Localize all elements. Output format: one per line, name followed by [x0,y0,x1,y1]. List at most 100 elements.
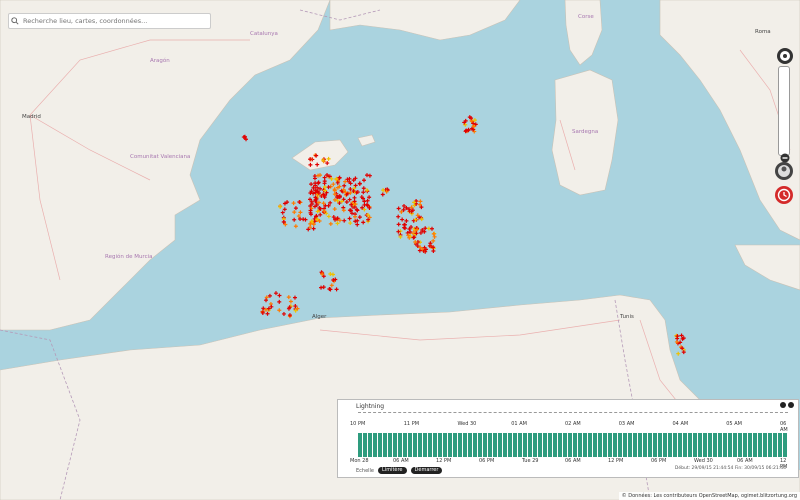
map-label: Corse [578,14,594,20]
lightning-strike-marker [396,229,401,234]
timeline-bar [553,433,557,457]
lightning-strike-marker [347,197,352,202]
lightning-strike-marker [335,221,340,226]
map-label: Región de Murcia [105,253,153,260]
timeline-bar [673,433,677,457]
lightning-strike-marker [381,188,386,193]
lightning-strike-marker [329,283,334,288]
timeline-tick-label: 05 AM [726,421,742,427]
lightning-strike-marker [357,215,362,220]
search-bar[interactable] [8,13,211,29]
timeline-title: Lightning [356,403,385,410]
lightning-strike-marker [288,299,293,304]
lightning-strike-marker [281,311,286,316]
timeline-bar [408,433,412,457]
lightning-strike-marker [316,173,321,178]
timeline-tick-label: 06 PM [651,458,667,464]
lightning-strike-marker [263,298,268,303]
timeline-bar [448,433,452,457]
timeline-tick-label: 06 PM [479,458,495,464]
lightning-strike-marker [396,214,401,219]
zoom-slider[interactable] [778,66,790,156]
sicily-landmass [734,244,800,291]
lightning-strike-marker [301,217,306,222]
timeline-tick-label: Tue 29 [522,458,539,464]
timeline-bar [463,433,467,457]
start-button[interactable]: Démarrer [410,467,443,474]
lightning-strike-marker [278,204,283,209]
lightning-strike-marker [292,217,297,222]
timeline-bar [493,433,497,457]
lightning-strike-marker [332,207,337,212]
lightning-strike-marker [352,195,357,200]
timeline-tick-label: 12 PM [608,458,624,464]
timeline-bar [533,433,537,457]
timeline-bar [643,433,647,457]
timeline-bar [693,433,697,457]
timeline-bar [653,433,657,457]
settings-icon[interactable] [788,402,794,408]
timeline-bar [453,433,457,457]
timeline-scrubber[interactable] [358,412,788,414]
lightning-strike-marker [367,173,372,178]
timeline-tick-label: 03 AM [618,421,635,427]
timeline-bar [668,433,672,457]
timeline-tick-label: Wed 30 [694,458,713,464]
timeline-tick-label: 12 PM [436,458,452,464]
timeline-bar [753,433,757,457]
lightning-strike-marker [292,210,297,215]
timeline-bar [483,433,487,457]
lightning-strike-marker [355,222,360,227]
lightning-strike-marker [291,201,296,206]
lightning-strike-marker [343,179,348,184]
lightning-strike-marker [316,200,321,205]
search-input[interactable] [21,16,205,26]
timeline-bar [778,433,782,457]
map-label: Comunitat Valenciana [130,154,190,160]
lightning-strike-marker [344,200,349,205]
timeline-bar [423,433,427,457]
lightning-strike-marker [298,210,303,215]
balearic-islands [291,139,349,171]
timeline-bar [623,433,627,457]
timeline-bar [688,433,692,457]
previous-button[interactable]: Limitère [378,467,407,474]
layers-button[interactable] [774,161,794,185]
lightning-strike-marker [309,182,314,187]
timeline-bar [513,433,517,457]
timeline-tick-label: 06 AM [393,458,409,464]
lightning-strike-marker [331,182,336,187]
timeline-tick-label: 01 AM [511,421,527,427]
timeline-bar [538,433,542,457]
lightning-strike-marker [292,295,297,300]
timeline-bar [523,433,527,457]
timeline-bar [383,433,387,457]
timeline-tick-label: 06 AM [565,458,581,464]
timeline-bar [563,433,567,457]
timeline-bar [608,433,612,457]
map-attribution: © Données: Les contributeurs OpenStreetM… [618,492,800,500]
lightning-strike-marker [401,207,406,212]
map-label: Tunis [619,314,634,320]
timeline-bottom-ticks: Mon 28 06 AM 12 PM 06 PM Tue 29 06 AM 12 PM 06 … [350,458,788,470]
timeline-bar [733,433,737,457]
play-icon[interactable] [780,402,786,408]
lightning-strike-marker [280,210,285,215]
timeline-bar [773,433,777,457]
lightning-strike-marker [357,181,362,186]
timeline-bar [783,433,787,457]
lightning-strike-marker [277,299,282,304]
lightning-strike-marker [396,222,401,227]
timeline-bar [528,433,532,457]
lightning-strike-marker [362,178,367,183]
timeline-bar [573,433,577,457]
timeline-bar [638,433,642,457]
map-label: Alger [312,314,327,320]
timeline-bar [458,433,462,457]
lightning-strike-marker [342,218,347,223]
history-clock-button[interactable] [774,185,794,209]
timeline-tick-label: 06 AM [737,458,753,464]
timeline-bar [468,433,472,457]
timeline-tick-label: Mon 28 [350,458,369,464]
timeline-bar [698,433,702,457]
